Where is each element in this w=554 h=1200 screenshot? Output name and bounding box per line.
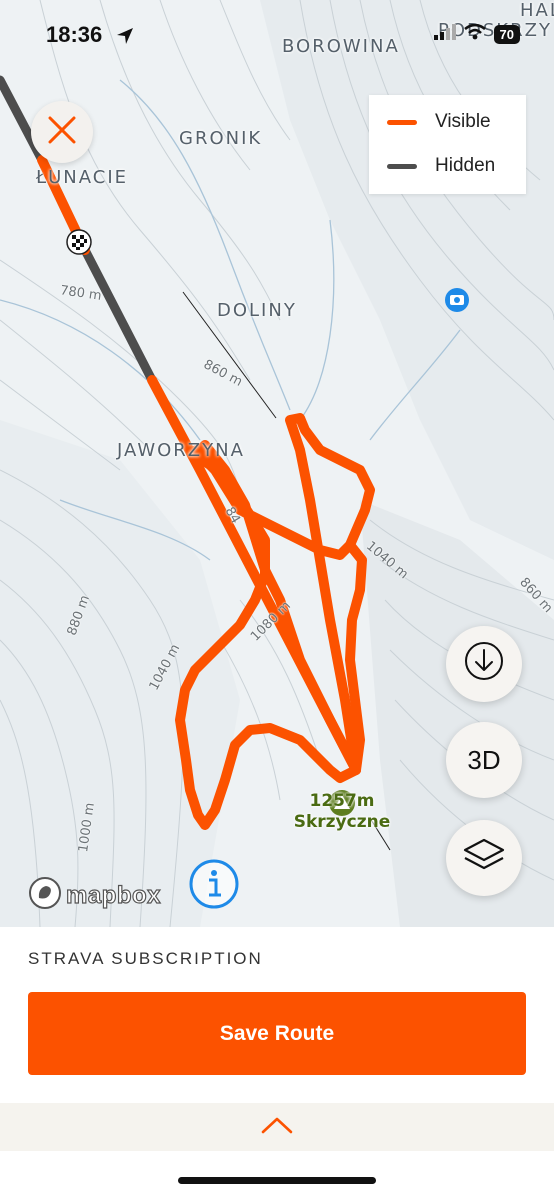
peak-name: Skrzyczne	[293, 812, 391, 832]
battery-icon: 70	[493, 25, 520, 44]
subscription-label: STRAVA SUBSCRIPTION	[28, 949, 263, 968]
3d-label: 3D	[467, 744, 501, 775]
save-route-button[interactable]: Save Route	[28, 992, 526, 1075]
mapbox-logo-icon	[28, 876, 62, 915]
place-label-jaworzyna: JAWORZYNA	[117, 440, 245, 461]
layers-icon	[462, 837, 506, 880]
place-label-borowina: BOROWINA	[282, 36, 400, 57]
info-button[interactable]	[188, 858, 240, 915]
download-icon	[463, 640, 505, 689]
close-button[interactable]	[31, 101, 93, 163]
layers-button[interactable]	[446, 820, 522, 896]
home-indicator[interactable]	[178, 1177, 376, 1184]
legend-visible: Visible	[387, 111, 491, 133]
location-arrow-icon	[116, 27, 134, 50]
place-label-doliny: DOLINY	[217, 300, 297, 321]
place-label-hala: HALA	[520, 0, 554, 21]
legend-visible-swatch	[387, 119, 417, 125]
status-indicators: 70	[433, 23, 520, 45]
place-label-lunacie: ŁUNACIE	[36, 167, 129, 188]
expand-drawer[interactable]	[0, 1103, 554, 1151]
place-label-gronik: GRONIK	[179, 128, 263, 149]
route-legend: Visible Hidden	[369, 95, 526, 194]
chevron-up-icon	[261, 1116, 293, 1139]
3d-toggle-button[interactable]: 3D	[446, 722, 522, 798]
legend-visible-label: Visible	[435, 111, 491, 132]
legend-hidden: Hidden	[387, 155, 495, 177]
mapbox-wordmark: mapbox	[65, 881, 162, 909]
camera-poi-icon	[445, 288, 469, 312]
peak-elevation: 1257m	[309, 791, 375, 811]
legend-hidden-swatch	[387, 163, 417, 169]
close-icon	[47, 115, 77, 150]
legend-hidden-label: Hidden	[435, 155, 496, 176]
signal-icon	[433, 24, 456, 45]
map-view[interactable]: BOROWINA GRONIK ŁUNACIE DOLINY JAWORZYNA…	[0, 0, 554, 927]
mapbox-attribution[interactable]: mapbox	[28, 876, 161, 915]
download-button[interactable]	[446, 626, 522, 702]
peak-label: 1257m Skrzyczne	[290, 791, 394, 833]
status-time: 18:36	[46, 22, 103, 47]
finish-flag-icon	[66, 229, 92, 255]
info-icon	[188, 859, 240, 914]
wifi-icon	[463, 23, 486, 45]
